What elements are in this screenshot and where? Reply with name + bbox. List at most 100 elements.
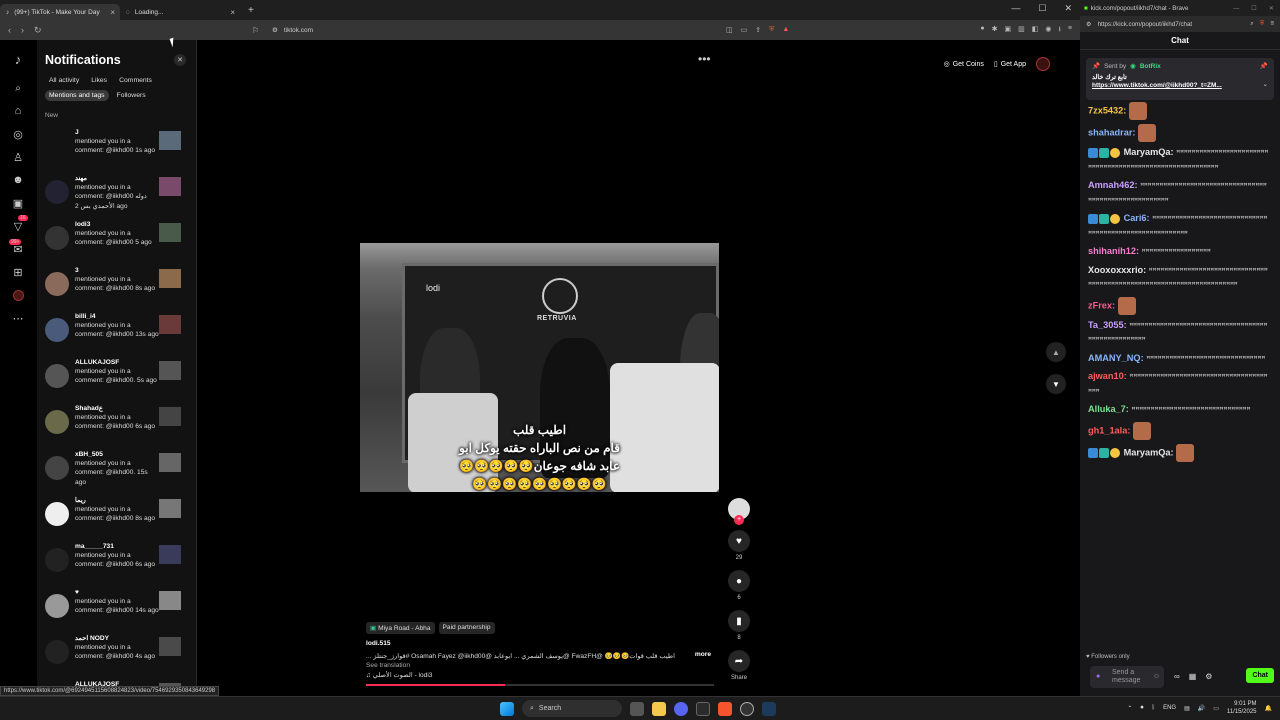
minimize-icon[interactable]: — bbox=[1233, 5, 1239, 12]
notification-username[interactable]: lodi3 bbox=[75, 220, 160, 229]
bluetooth-icon[interactable]: ᛒ bbox=[1151, 705, 1155, 711]
language-indicator[interactable]: ENG bbox=[1163, 705, 1176, 711]
author-name[interactable]: lodi.515 bbox=[366, 640, 711, 647]
notification-username[interactable]: 3 bbox=[75, 266, 160, 275]
avatar[interactable] bbox=[45, 134, 69, 158]
menu-icon[interactable]: ≡ bbox=[1068, 25, 1072, 36]
emoji-icon[interactable]: ☺ bbox=[1153, 673, 1160, 681]
tiktok-logo-icon[interactable]: ♪ bbox=[11, 52, 25, 67]
windows-start-icon[interactable] bbox=[500, 701, 514, 716]
notification-item[interactable]: ma_____731 mentioned you in a comment: @i… bbox=[45, 542, 193, 582]
video-thumbnail[interactable] bbox=[159, 591, 181, 610]
bookmark-icon[interactable]: ⚐ bbox=[252, 26, 259, 35]
explore-icon[interactable]: ◎ bbox=[11, 127, 25, 141]
close-window-icon[interactable]: ✕ bbox=[1064, 3, 1072, 14]
notification-username[interactable]: ريما bbox=[75, 496, 160, 505]
filter-followers[interactable]: Followers bbox=[113, 90, 150, 101]
avatar[interactable] bbox=[45, 410, 69, 434]
reader-icon[interactable]: ◫ bbox=[726, 26, 733, 34]
steam-icon[interactable] bbox=[762, 701, 776, 716]
gift-icon[interactable]: ▦ bbox=[1189, 672, 1197, 681]
following-icon[interactable]: ♙ bbox=[11, 150, 25, 164]
vpn-icon[interactable]: ◉ bbox=[1045, 25, 1051, 36]
maximize-icon[interactable]: ☐ bbox=[1038, 3, 1046, 14]
chat-url[interactable]: https://kick.com/popout/iikhd7/chat bbox=[1098, 21, 1193, 28]
notification-item[interactable]: مهند mentioned you in a comment: @iikhd00… bbox=[45, 174, 193, 214]
extensions-icon[interactable]: ✱ bbox=[992, 25, 998, 36]
filter-likes[interactable]: Likes bbox=[87, 75, 111, 86]
site-info-icon[interactable]: ⚙ bbox=[1086, 21, 1092, 28]
cast-icon[interactable]: ▭ bbox=[741, 26, 748, 34]
video-thumbnail[interactable] bbox=[159, 453, 181, 472]
pinned-link[interactable]: https://www.tiktok.com/@iikhd00?_t=ZM... bbox=[1092, 82, 1268, 89]
send-chat-button[interactable]: Chat bbox=[1246, 668, 1274, 683]
avatar[interactable] bbox=[45, 456, 69, 480]
sound-label[interactable]: ♫ الصوت الأصلي - lodi3 bbox=[366, 671, 711, 679]
video-thumbnail[interactable] bbox=[159, 269, 181, 288]
notification-item[interactable]: ALLUKAJOSF mentioned you in a comment: @i… bbox=[45, 358, 193, 398]
tab-loading[interactable]: ◌ Loading... × bbox=[120, 4, 240, 20]
get-app-button[interactable]: ▯ Get App bbox=[994, 60, 1026, 69]
chat-username[interactable]: Alluka_7: bbox=[1088, 404, 1129, 414]
activity-icon[interactable]: ▽ 16 bbox=[11, 215, 28, 233]
notification-item[interactable]: Shahadع mentioned you in a comment: @iikh… bbox=[45, 404, 193, 444]
avatar[interactable] bbox=[45, 364, 69, 388]
avatar[interactable] bbox=[45, 180, 69, 204]
task-view-icon[interactable] bbox=[630, 701, 644, 716]
close-icon[interactable]: ✕ bbox=[174, 54, 186, 66]
notification-item[interactable]: ريما mentioned you in a comment: @iikhd00… bbox=[45, 496, 193, 536]
sidebar-icon[interactable]: ▥ bbox=[1018, 25, 1025, 36]
more-icon[interactable]: ⋯ bbox=[11, 311, 25, 325]
avatar[interactable] bbox=[45, 272, 69, 296]
taskbar-search[interactable]: ⌕ Search bbox=[522, 700, 622, 717]
creator-avatar[interactable]: + bbox=[728, 498, 750, 525]
avatar[interactable] bbox=[45, 594, 69, 618]
clock[interactable]: 9:01 PM 11/15/2025 bbox=[1227, 700, 1257, 716]
video-thumbnail[interactable] bbox=[159, 545, 181, 564]
chat-username[interactable]: MaryamQa: bbox=[1124, 147, 1174, 157]
see-translation-link[interactable]: See translation bbox=[366, 662, 711, 669]
chat-username[interactable]: shihanih12: bbox=[1088, 246, 1139, 256]
chat-username[interactable]: Xooxoxxxrio: bbox=[1088, 265, 1146, 275]
minimize-icon[interactable]: — bbox=[1011, 3, 1020, 14]
brave-rewards-icon[interactable]: ▲ bbox=[782, 26, 789, 34]
battery-icon[interactable]: ▭ bbox=[1213, 705, 1219, 712]
chat-message-input[interactable]: ● Send a message ☺ bbox=[1090, 666, 1164, 688]
share-icon[interactable]: ⇪ bbox=[755, 26, 761, 34]
discord-icon[interactable] bbox=[674, 701, 688, 716]
notification-item[interactable]: ♥ mentioned you in a comment: @iikhd00 14… bbox=[45, 588, 193, 628]
notification-username[interactable]: مهند bbox=[75, 174, 160, 183]
home-icon[interactable]: ⌂ bbox=[11, 104, 25, 118]
video-thumbnail[interactable] bbox=[159, 223, 181, 242]
notification-item[interactable]: 3 mentioned you in a comment: @iikhd00 8s… bbox=[45, 266, 193, 306]
avatar[interactable] bbox=[45, 318, 69, 342]
brave-shield-icon[interactable]: ⛨ bbox=[769, 26, 774, 34]
reload-icon[interactable]: ↻ bbox=[34, 25, 42, 36]
filter-all-activity[interactable]: All activity bbox=[45, 75, 83, 86]
notification-username[interactable]: Shahadع bbox=[75, 404, 160, 413]
chat-username[interactable]: AMANY_NQ: bbox=[1088, 353, 1144, 363]
avatar[interactable] bbox=[45, 640, 69, 664]
avatar[interactable] bbox=[45, 502, 69, 526]
video-progress-bar[interactable] bbox=[366, 684, 714, 686]
chat-username[interactable]: MaryamQa: bbox=[1124, 447, 1174, 457]
chat-username[interactable]: Ta_3055: bbox=[1088, 320, 1127, 330]
previous-video-button[interactable]: ▲ bbox=[1046, 342, 1066, 362]
expand-chevron-icon[interactable]: ⌄ bbox=[1263, 80, 1268, 88]
menu-icon[interactable]: ≡ bbox=[1270, 20, 1274, 28]
notification-username[interactable]: احمد NODY bbox=[75, 634, 160, 643]
follow-plus-icon[interactable]: + bbox=[734, 515, 744, 525]
notification-item[interactable]: Jmentioned you in a comment: @iikhd00 1s… bbox=[45, 128, 193, 168]
chat-username[interactable]: ajwan10: bbox=[1088, 371, 1127, 381]
save-button[interactable]: ▮ bbox=[728, 610, 750, 632]
chat-username[interactable]: gh1_1ala: bbox=[1088, 425, 1130, 435]
close-window-icon[interactable]: ✕ bbox=[1269, 5, 1274, 12]
obs-icon[interactable] bbox=[740, 701, 754, 716]
chat-username[interactable]: Amnah462: bbox=[1088, 180, 1138, 190]
profile-avatar[interactable] bbox=[1036, 57, 1050, 71]
site-info-icon[interactable]: ⚙ bbox=[272, 26, 278, 34]
chat-username[interactable]: 7zx5432: bbox=[1088, 105, 1126, 115]
notification-username[interactable]: ALLUKAJOSF bbox=[75, 358, 160, 367]
share-button[interactable]: ➦ bbox=[728, 650, 750, 672]
extension-icon[interactable]: ● bbox=[980, 25, 984, 36]
